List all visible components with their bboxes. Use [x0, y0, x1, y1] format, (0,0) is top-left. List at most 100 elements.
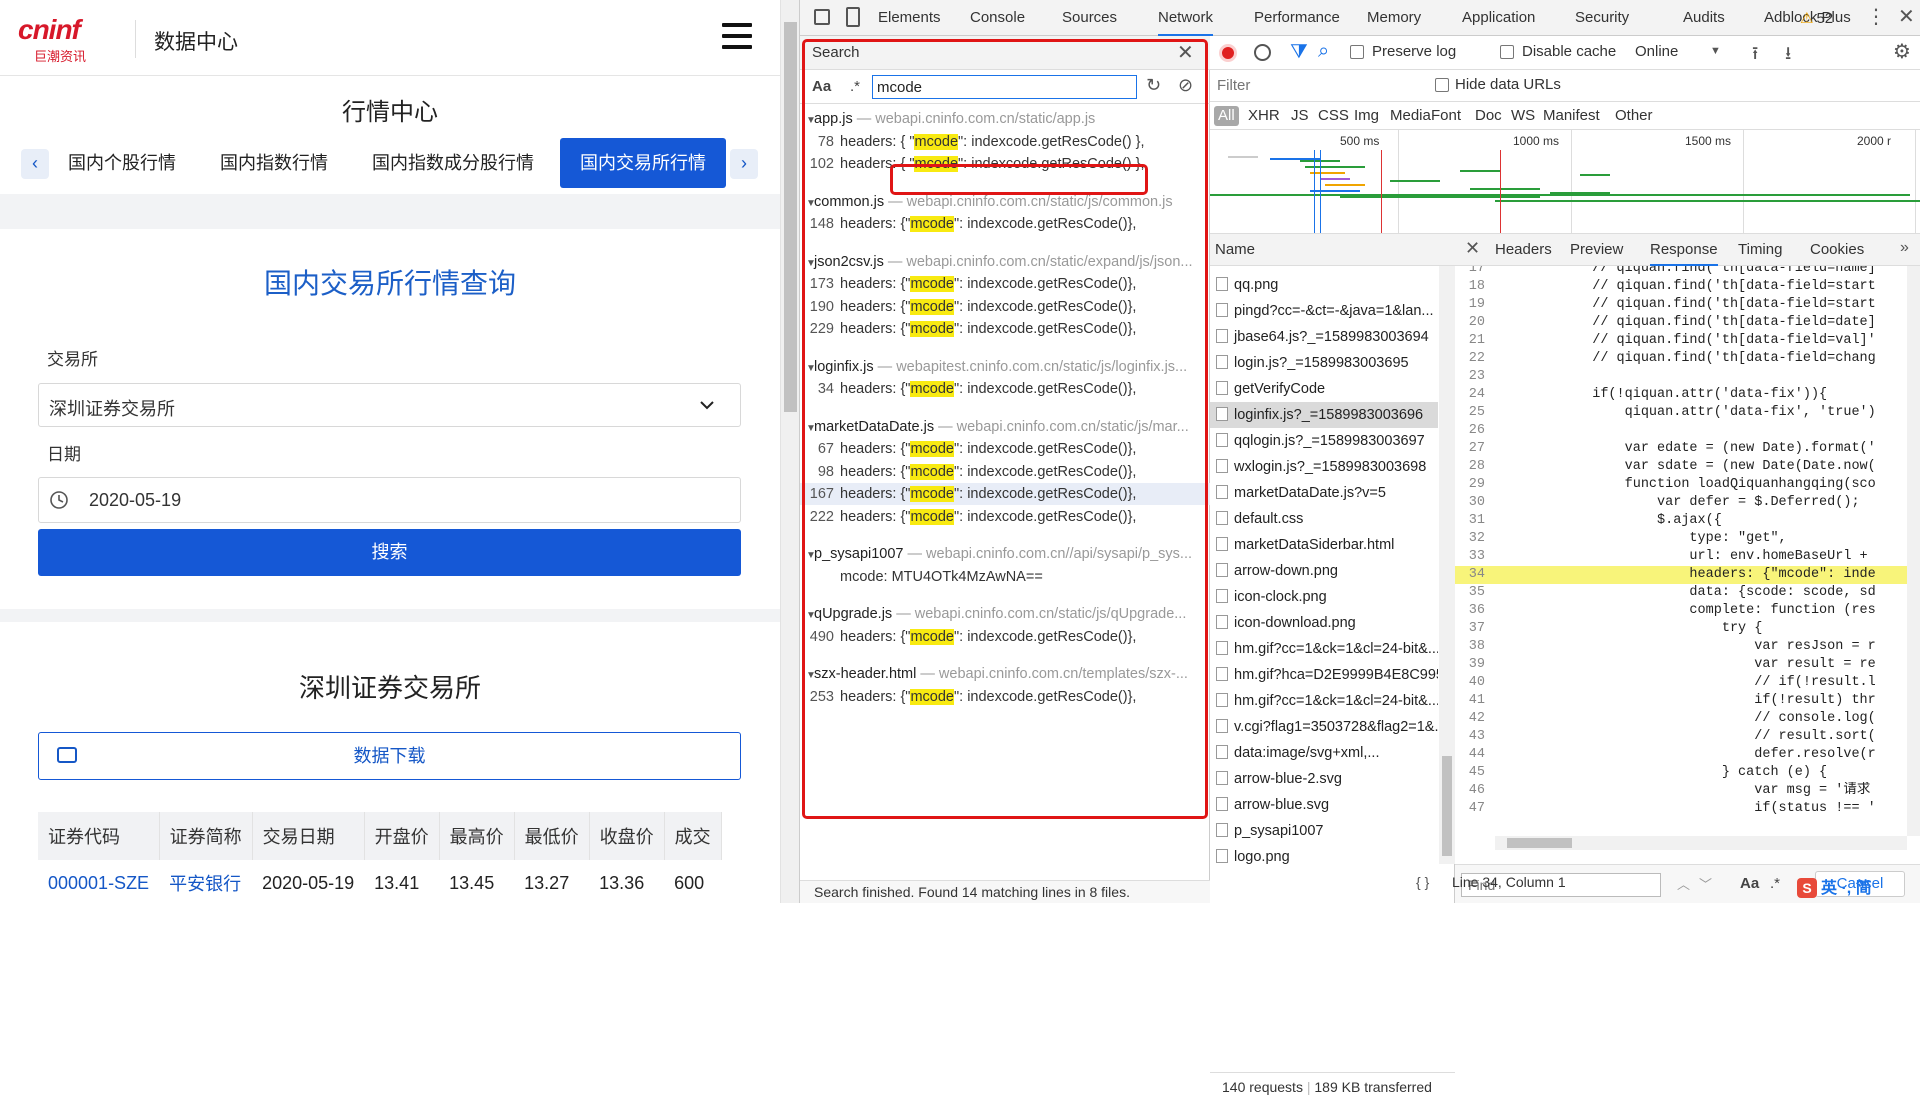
data-download-button[interactable]: 数据下载 — [38, 732, 741, 780]
hide-data-urls-checkbox[interactable] — [1435, 78, 1449, 92]
expand-triangle-icon[interactable]: ▼ — [800, 545, 816, 565]
name-column-header[interactable]: Name — [1210, 234, 1455, 266]
request-row[interactable]: arrow-blue.svg — [1210, 792, 1438, 818]
details-tab-preview[interactable]: Preview — [1570, 234, 1623, 266]
regex-toggle[interactable]: .* — [850, 78, 860, 95]
record-icon[interactable] — [1219, 44, 1237, 62]
network-overview-timeline[interactable]: 500 ms 1000 ms 1500 ms 2000 r — [1210, 130, 1920, 234]
request-row[interactable]: arrow-blue-2.svg — [1210, 766, 1438, 792]
devtools-tab-application[interactable]: Application — [1462, 0, 1535, 36]
request-row[interactable]: qqlogin.js?_=1589983003697 — [1210, 428, 1438, 454]
request-list-scrollbar-thumb[interactable] — [1442, 756, 1452, 856]
date-input[interactable]: 2020-05-19 — [38, 477, 741, 523]
close-icon[interactable]: ✕ — [1465, 238, 1480, 259]
throttling-select[interactable]: Online — [1635, 43, 1678, 60]
gear-icon[interactable]: ⚙ — [1893, 39, 1911, 64]
type-filter-media[interactable]: Media — [1390, 106, 1431, 126]
expand-triangle-icon[interactable]: ▼ — [800, 193, 816, 213]
expand-triangle-icon[interactable]: ▼ — [800, 418, 816, 438]
find-match-case-toggle[interactable]: Aa — [1740, 875, 1759, 892]
devtools-tab-sources[interactable]: Sources — [1062, 0, 1117, 36]
type-filter-xhr[interactable]: XHR — [1248, 106, 1280, 126]
request-row[interactable]: pingd?cc=-&ct=-&java=1&lan... — [1210, 298, 1438, 324]
import-har-icon[interactable]: ⭱ — [1752, 41, 1758, 71]
find-next-chevron-icon[interactable]: ﹀ — [1699, 874, 1712, 893]
devtools-tab-security[interactable]: Security — [1575, 0, 1629, 36]
hamburger-menu-icon[interactable] — [722, 23, 752, 49]
search-match-line[interactable]: 98 headers: {"mcode": indexcode.getResCod… — [800, 461, 1210, 483]
type-filter-img[interactable]: Img — [1354, 106, 1379, 126]
find-previous-chevron-icon[interactable]: ︿ — [1677, 874, 1690, 893]
table-column-header[interactable]: 交易日期 — [252, 812, 365, 860]
type-filter-manifest[interactable]: Manifest — [1543, 106, 1600, 126]
type-filter-other[interactable]: Other — [1615, 106, 1653, 126]
ime-indicator[interactable]: S英 ·, 简 — [1797, 874, 1872, 898]
close-icon[interactable]: ✕ — [1177, 40, 1194, 65]
search-input[interactable] — [872, 75, 1137, 99]
request-row[interactable]: arrow-down.png — [1210, 558, 1438, 584]
more-tabs-chevron-icon[interactable]: » — [1900, 239, 1909, 257]
devtools-tab-elements[interactable]: Elements — [878, 0, 941, 36]
search-match-line[interactable]: mcode: MTU4OTk4MzAwNA== — [800, 566, 1210, 588]
disable-cache-checkbox[interactable] — [1500, 45, 1514, 59]
response-horizontal-scrollbar[interactable] — [1495, 836, 1907, 850]
type-filter-js[interactable]: JS — [1291, 106, 1309, 126]
request-row[interactable]: data:image/svg+xml,... — [1210, 740, 1438, 766]
devtools-tab-audits[interactable]: Audits — [1683, 0, 1725, 36]
type-filter-css[interactable]: CSS — [1318, 106, 1349, 126]
tab-index-quotes[interactable]: 国内指数行情 — [210, 138, 338, 188]
expand-triangle-icon[interactable]: ▼ — [800, 605, 816, 625]
export-har-icon[interactable]: ⭳ — [1785, 41, 1791, 71]
type-filter-doc[interactable]: Doc — [1475, 106, 1502, 126]
request-row[interactable]: v.cgi?flag1=3503728&flag2=1&... — [1210, 714, 1438, 740]
expand-triangle-icon[interactable]: ▼ — [800, 358, 816, 378]
request-row[interactable]: hm.gif?cc=1&ck=1&cl=24-bit&... — [1210, 636, 1438, 662]
table-column-header[interactable]: 最高价 — [439, 812, 515, 860]
exchange-select[interactable]: 深圳证券交易所 — [38, 383, 741, 427]
type-filter-font[interactable]: Font — [1431, 106, 1461, 126]
details-tab-headers[interactable]: Headers — [1495, 234, 1552, 266]
device-toggle-icon[interactable] — [846, 7, 860, 27]
cninfo-logo[interactable]: cninf — [18, 14, 81, 46]
clear-icon[interactable]: ⊘ — [1178, 75, 1193, 96]
request-row[interactable]: logo.png — [1210, 844, 1438, 864]
table-column-header[interactable]: 收盘价 — [589, 812, 665, 860]
search-match-line[interactable]: 229 headers: {"mcode": indexcode.getResCo… — [800, 318, 1210, 340]
filter-icon[interactable]: ⧩ — [1290, 41, 1308, 64]
request-row[interactable]: icon-download.png — [1210, 610, 1438, 636]
warnings-badge[interactable]: ⚠ 52 — [1800, 9, 1833, 27]
request-row[interactable]: marketDataSiderbar.html — [1210, 532, 1438, 558]
search-match-line[interactable]: 78 headers: { "mcode": indexcode.getResCo… — [800, 131, 1210, 153]
filter-input[interactable] — [1212, 73, 1417, 98]
expand-triangle-icon[interactable]: ▼ — [800, 253, 816, 273]
find-regex-toggle[interactable]: .* — [1770, 875, 1780, 892]
search-result-file[interactable]: ▼json2csv.js — webapi.cninfo.com.cn/stat… — [800, 251, 1210, 273]
search-icon[interactable]: ⌕ — [1318, 40, 1329, 63]
request-row[interactable]: getVerifyCode — [1210, 376, 1438, 402]
request-row[interactable]: qq.png — [1210, 272, 1438, 298]
request-row[interactable]: hm.gif?hca=D2E9999B4E8C995... — [1210, 662, 1438, 688]
tab-exchange-quotes[interactable]: 国内交易所行情 — [560, 138, 726, 188]
response-source-view[interactable]: 17 // qiquan.find('th[data-field=name] 18… — [1455, 266, 1907, 836]
request-row[interactable]: wxlogin.js?_=1589983003698 — [1210, 454, 1438, 480]
table-cell-link[interactable]: 平安银行 — [159, 860, 252, 903]
search-result-file[interactable]: ▼loginfix.js — webapitest.cninfo.com.cn/… — [800, 356, 1210, 378]
devtools-tab-console[interactable]: Console — [970, 0, 1025, 36]
refresh-icon[interactable]: ↻ — [1146, 75, 1161, 96]
expand-triangle-icon[interactable]: ▼ — [800, 110, 816, 130]
search-match-line[interactable]: 34 headers: {"mcode": indexcode.getResCod… — [800, 378, 1210, 400]
search-match-line[interactable]: 222 headers: {"mcode": indexcode.getResCo… — [800, 506, 1210, 528]
search-result-file[interactable]: ▼app.js — webapi.cninfo.com.cn/static/ap… — [800, 108, 1210, 130]
request-row[interactable]: jbase64.js?_=1589983003694 — [1210, 324, 1438, 350]
devtools-tab-performance[interactable]: Performance — [1254, 0, 1340, 36]
request-row[interactable]: hm.gif?cc=1&ck=1&cl=24-bit&... — [1210, 688, 1438, 714]
tab-prev-chevron-icon[interactable]: ‹ — [21, 149, 49, 179]
request-row[interactable]: loginfix.js?_=1589983003696 — [1210, 402, 1438, 428]
clear-log-icon[interactable] — [1254, 44, 1271, 61]
table-column-header[interactable]: 开盘价 — [364, 812, 440, 860]
tab-index-constituent-quotes[interactable]: 国内指数成分股行情 — [362, 138, 544, 188]
tab-next-chevron-icon[interactable]: › — [730, 149, 758, 179]
request-row[interactable]: icon-clock.png — [1210, 584, 1438, 610]
type-filter-ws[interactable]: WS — [1511, 106, 1535, 126]
preserve-log-checkbox[interactable] — [1350, 45, 1364, 59]
